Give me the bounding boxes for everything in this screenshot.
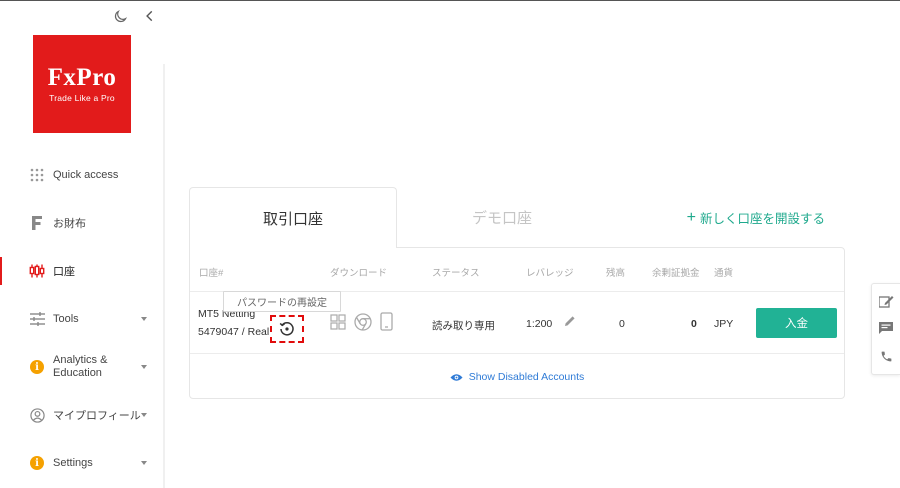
reset-password-button[interactable] xyxy=(270,315,304,343)
account-tabs: 取引口座 デモ口座 + 新しく口座を開設する xyxy=(189,187,845,248)
chrome-web-icon[interactable] xyxy=(354,312,372,331)
tab-live-accounts[interactable]: 取引口座 xyxy=(189,187,397,248)
sidebar-item-label: 口座 xyxy=(53,266,75,278)
info-icon: i xyxy=(29,359,45,375)
sidebar-nav: Quick access お財布 口座 Tools i Analytics & … xyxy=(0,151,163,487)
header-currency: 通貨 xyxy=(714,268,734,279)
wallet-f-icon xyxy=(29,215,45,231)
sliders-icon xyxy=(29,311,45,327)
sidebar-divider xyxy=(163,64,165,488)
phone-icon[interactable] xyxy=(880,350,893,363)
logo-wordmark: FxPro xyxy=(47,64,117,91)
floating-action-bar xyxy=(871,283,900,375)
show-disabled-label: Show Disabled Accounts xyxy=(468,371,585,383)
eye-icon xyxy=(450,373,463,382)
chevron-down-icon xyxy=(141,317,147,321)
chevron-down-icon xyxy=(141,413,147,417)
sidebar-item-label: Settings xyxy=(53,457,93,469)
sidebar-item-label: Quick access xyxy=(53,169,119,181)
sidebar-item-label: お財布 xyxy=(53,218,86,230)
fxpro-logo[interactable]: FxPro Trade Like a Pro xyxy=(33,35,131,133)
reset-password-icon xyxy=(279,321,295,337)
sidebar-item-label: マイプロフィール xyxy=(53,410,141,422)
sidebar-top-icons xyxy=(112,8,158,24)
table-header: 口座# ダウンロード ステータス レバレッジ 残高 余剰証拠金 通貨 xyxy=(190,248,844,292)
header-balance: 残高 xyxy=(606,268,626,279)
tab-demo-accounts[interactable]: デモ口座 xyxy=(419,187,585,247)
chevron-down-icon xyxy=(141,365,147,369)
sidebar-item-tools[interactable]: Tools xyxy=(0,295,163,343)
sidebar-item-settings[interactable]: i Settings xyxy=(0,439,163,487)
sidebar-item-profile[interactable]: マイプロフィール xyxy=(0,391,163,439)
edit-note-icon[interactable] xyxy=(878,295,894,308)
deposit-button[interactable]: 入金 xyxy=(756,308,837,338)
grid-icon xyxy=(29,167,45,183)
show-disabled-accounts-link[interactable]: Show Disabled Accounts xyxy=(190,354,844,400)
header-status: ステータス xyxy=(432,268,480,279)
account-status: 読み取り専用 xyxy=(432,320,495,332)
open-account-label: 新しく口座を開設する xyxy=(699,212,825,226)
candlestick-icon xyxy=(29,263,45,279)
sidebar-item-quick-access[interactable]: Quick access xyxy=(0,151,163,199)
header-account: 口座# xyxy=(199,268,224,279)
account-leverage: 1:200 xyxy=(526,318,553,330)
header-download: ダウンロード xyxy=(330,268,388,279)
account-free-margin: 0 xyxy=(691,318,697,330)
sidebar-item-accounts[interactable]: 口座 xyxy=(0,247,163,295)
sidebar-item-label: Analytics & Education xyxy=(53,354,108,379)
plus-icon: + xyxy=(686,208,696,226)
sidebar-item-label: Tools xyxy=(53,313,79,325)
mobile-phone-icon[interactable] xyxy=(380,312,393,331)
edit-leverage-pencil-icon[interactable] xyxy=(564,315,576,330)
header-leverage: レバレッジ xyxy=(526,268,574,279)
user-icon xyxy=(29,407,45,423)
moon-icon[interactable] xyxy=(112,8,128,24)
logo-tagline: Trade Like a Pro xyxy=(49,93,115,103)
account-currency: JPY xyxy=(714,318,734,330)
reset-password-tooltip: パスワードの再設定 xyxy=(223,291,341,312)
collapse-chevron-left-icon[interactable] xyxy=(142,8,158,24)
windows-icon[interactable] xyxy=(330,313,346,330)
sidebar-item-analytics-education[interactable]: i Analytics & Education xyxy=(0,343,163,391)
sidebar-item-wallet[interactable]: お財布 xyxy=(0,199,163,247)
sidebar: FxPro Trade Like a Pro Quick access お財布 xyxy=(0,1,165,488)
chat-icon[interactable] xyxy=(879,322,893,335)
account-number: 5479047 / Real xyxy=(198,326,270,338)
info-icon: i xyxy=(29,455,45,471)
download-icons xyxy=(330,312,393,331)
chevron-down-icon xyxy=(141,461,147,465)
open-new-account-link[interactable]: + 新しく口座を開設する xyxy=(687,208,825,227)
account-balance: 0 xyxy=(619,318,625,330)
header-free-margin: 余剰証拠金 xyxy=(652,268,700,279)
